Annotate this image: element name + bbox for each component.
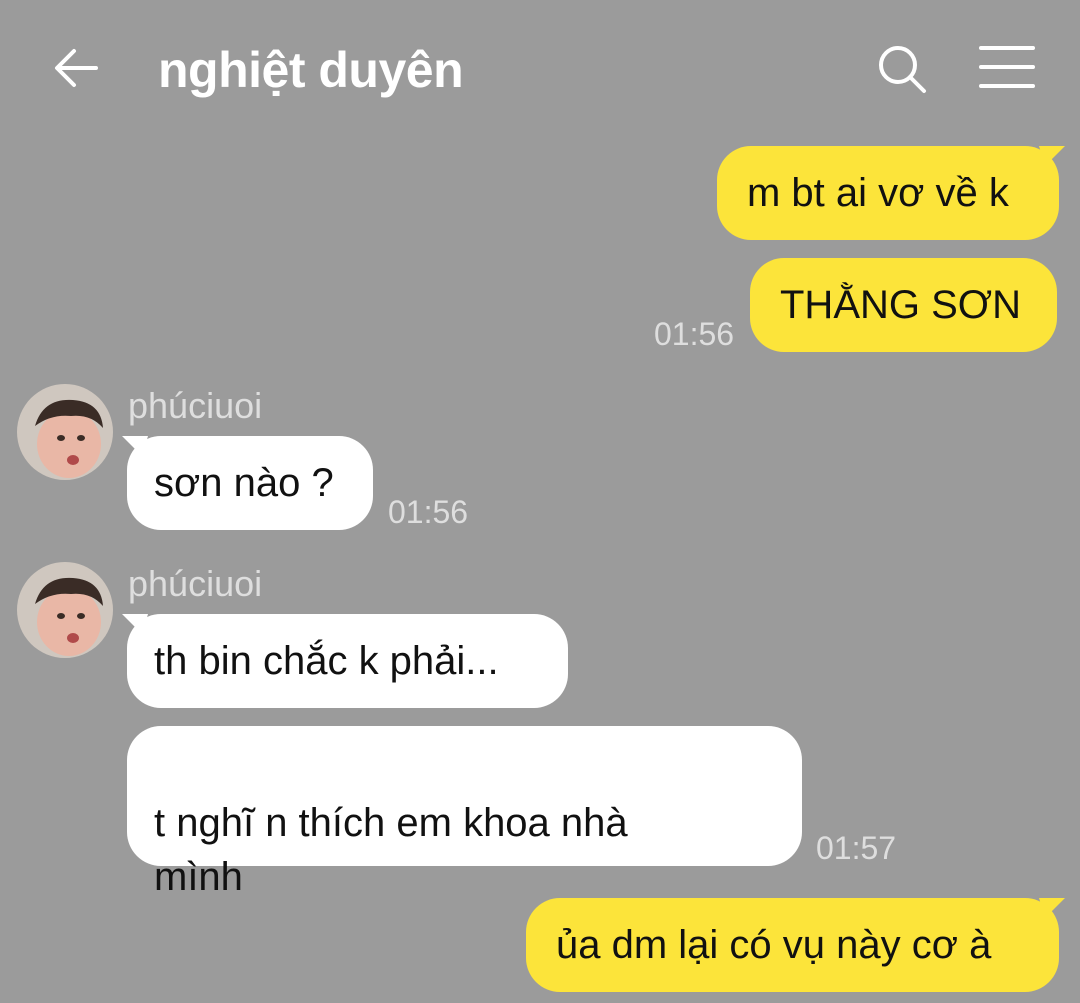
message-text: ủa dm lại có vụ này cơ à (556, 923, 992, 967)
chat-title: nghiệt duyên (158, 42, 464, 98)
message-text: sơn nào ? (154, 461, 334, 505)
message-timestamp: 01:56 (388, 494, 469, 530)
bubble-tail (1039, 146, 1065, 166)
sender-name: phúciuoi (128, 563, 263, 604)
message-text: th bin chắc k phải... (154, 639, 499, 683)
message-bubble-outgoing[interactable]: m bt ai vơ về k (717, 146, 1059, 240)
chat-header: nghiệt duyên (0, 0, 1080, 135)
message-text: t nghĩ n thích em khoa nhà mình (154, 801, 628, 899)
message-bubble-outgoing[interactable]: ủa dm lại có vụ này cơ à (526, 898, 1059, 992)
arrow-left-icon[interactable] (50, 44, 102, 92)
message-bubble-outgoing[interactable]: THẰNG SƠN (750, 258, 1057, 352)
sender-name: phúciuoi (128, 385, 263, 426)
avatar[interactable] (17, 384, 113, 480)
message-bubble-incoming[interactable]: th bin chắc k phải... (127, 614, 568, 708)
hamburger-menu-icon[interactable] (978, 44, 1036, 90)
message-timestamp: 01:56 (654, 316, 735, 352)
bubble-tail (1039, 898, 1065, 918)
search-icon[interactable] (876, 44, 930, 94)
avatar-image (17, 384, 113, 480)
message-timestamp: 01:57 (816, 830, 897, 866)
message-bubble-incoming[interactable]: t nghĩ n thích em khoa nhà mình (127, 726, 802, 899)
avatar-image (17, 562, 113, 658)
message-text: m bt ai vơ về k (747, 171, 1009, 215)
message-bubble-incoming[interactable]: sơn nào ? (127, 436, 373, 530)
message-text: THẰNG SƠN (780, 283, 1021, 327)
avatar[interactable] (17, 562, 113, 658)
